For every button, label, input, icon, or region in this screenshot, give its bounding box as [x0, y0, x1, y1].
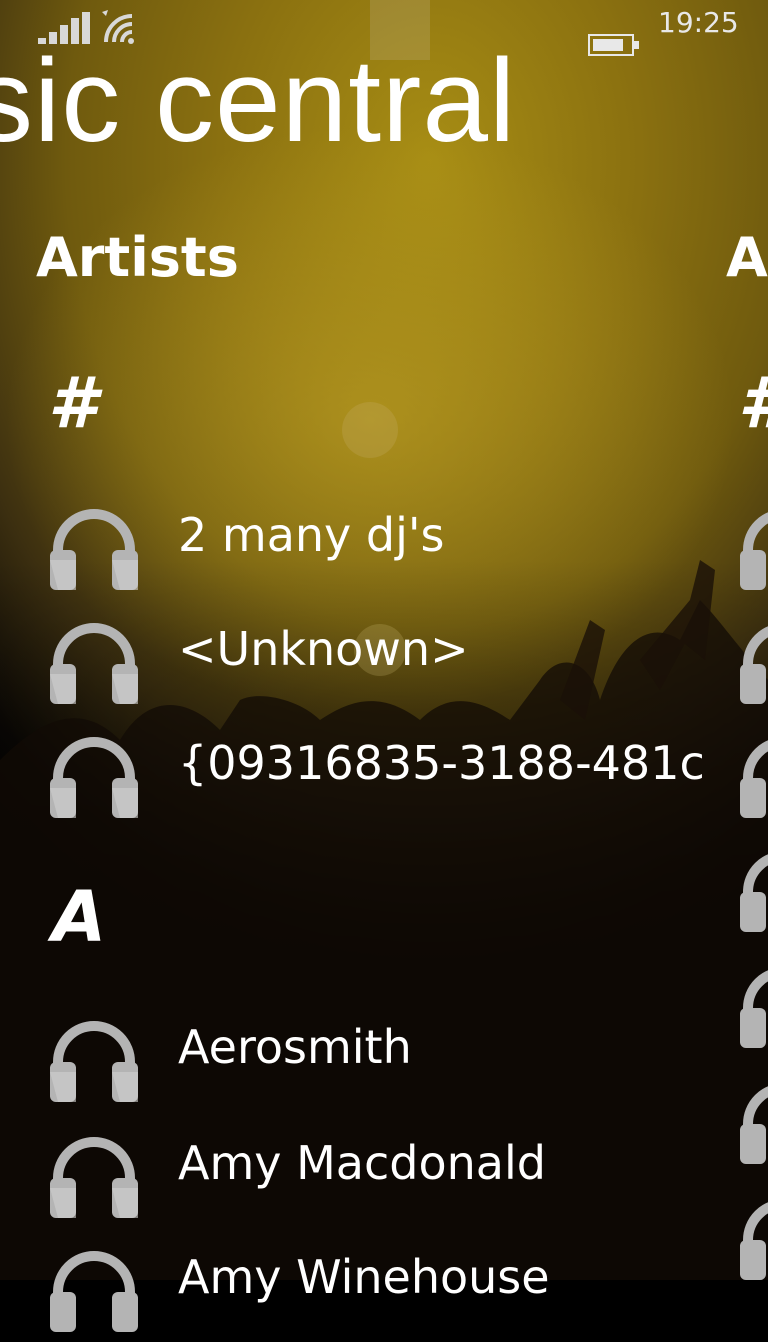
group-letter-hash[interactable]: # — [48, 362, 97, 444]
headphones-icon — [740, 1086, 768, 1164]
headphones-icon — [740, 740, 768, 818]
artist-name: 2 many dj's — [178, 508, 445, 562]
next-section-icons — [738, 0, 768, 1280]
headphones-icon — [50, 1021, 138, 1102]
list-item[interactable]: {09316835-3188-481c — [48, 728, 748, 828]
headphones-icon — [740, 512, 768, 590]
headphones-icon — [50, 1251, 138, 1332]
headphones-icon — [50, 1137, 138, 1218]
clock-time: 19:25 — [658, 6, 739, 39]
artist-name: <Unknown> — [178, 622, 469, 676]
artist-name: Amy Macdonald — [178, 1136, 546, 1190]
artist-name: {09316835-3188-481c — [178, 736, 705, 790]
headphones-icon — [740, 1202, 768, 1280]
section-header-artists[interactable]: Artists — [36, 226, 239, 289]
headphones-icon — [740, 626, 768, 704]
group-letter-a[interactable]: A — [52, 876, 106, 958]
list-item[interactable]: Aerosmith — [48, 1012, 748, 1112]
headphones-icon — [740, 854, 768, 932]
headphones-icon — [50, 623, 138, 704]
list-item[interactable]: Amy Macdonald — [48, 1128, 748, 1228]
list-item[interactable]: Amy Winehouse — [48, 1242, 748, 1342]
headphones-icon — [740, 970, 768, 1048]
artist-name: Aerosmith — [178, 1020, 412, 1074]
list-item[interactable]: 2 many dj's — [48, 500, 748, 600]
headphones-icon — [50, 737, 138, 818]
battery-icon — [588, 34, 639, 56]
artist-name: Amy Winehouse — [178, 1250, 550, 1304]
app-title: sic central — [0, 35, 517, 167]
headphones-icon — [50, 509, 138, 590]
list-item[interactable]: <Unknown> — [48, 614, 748, 714]
